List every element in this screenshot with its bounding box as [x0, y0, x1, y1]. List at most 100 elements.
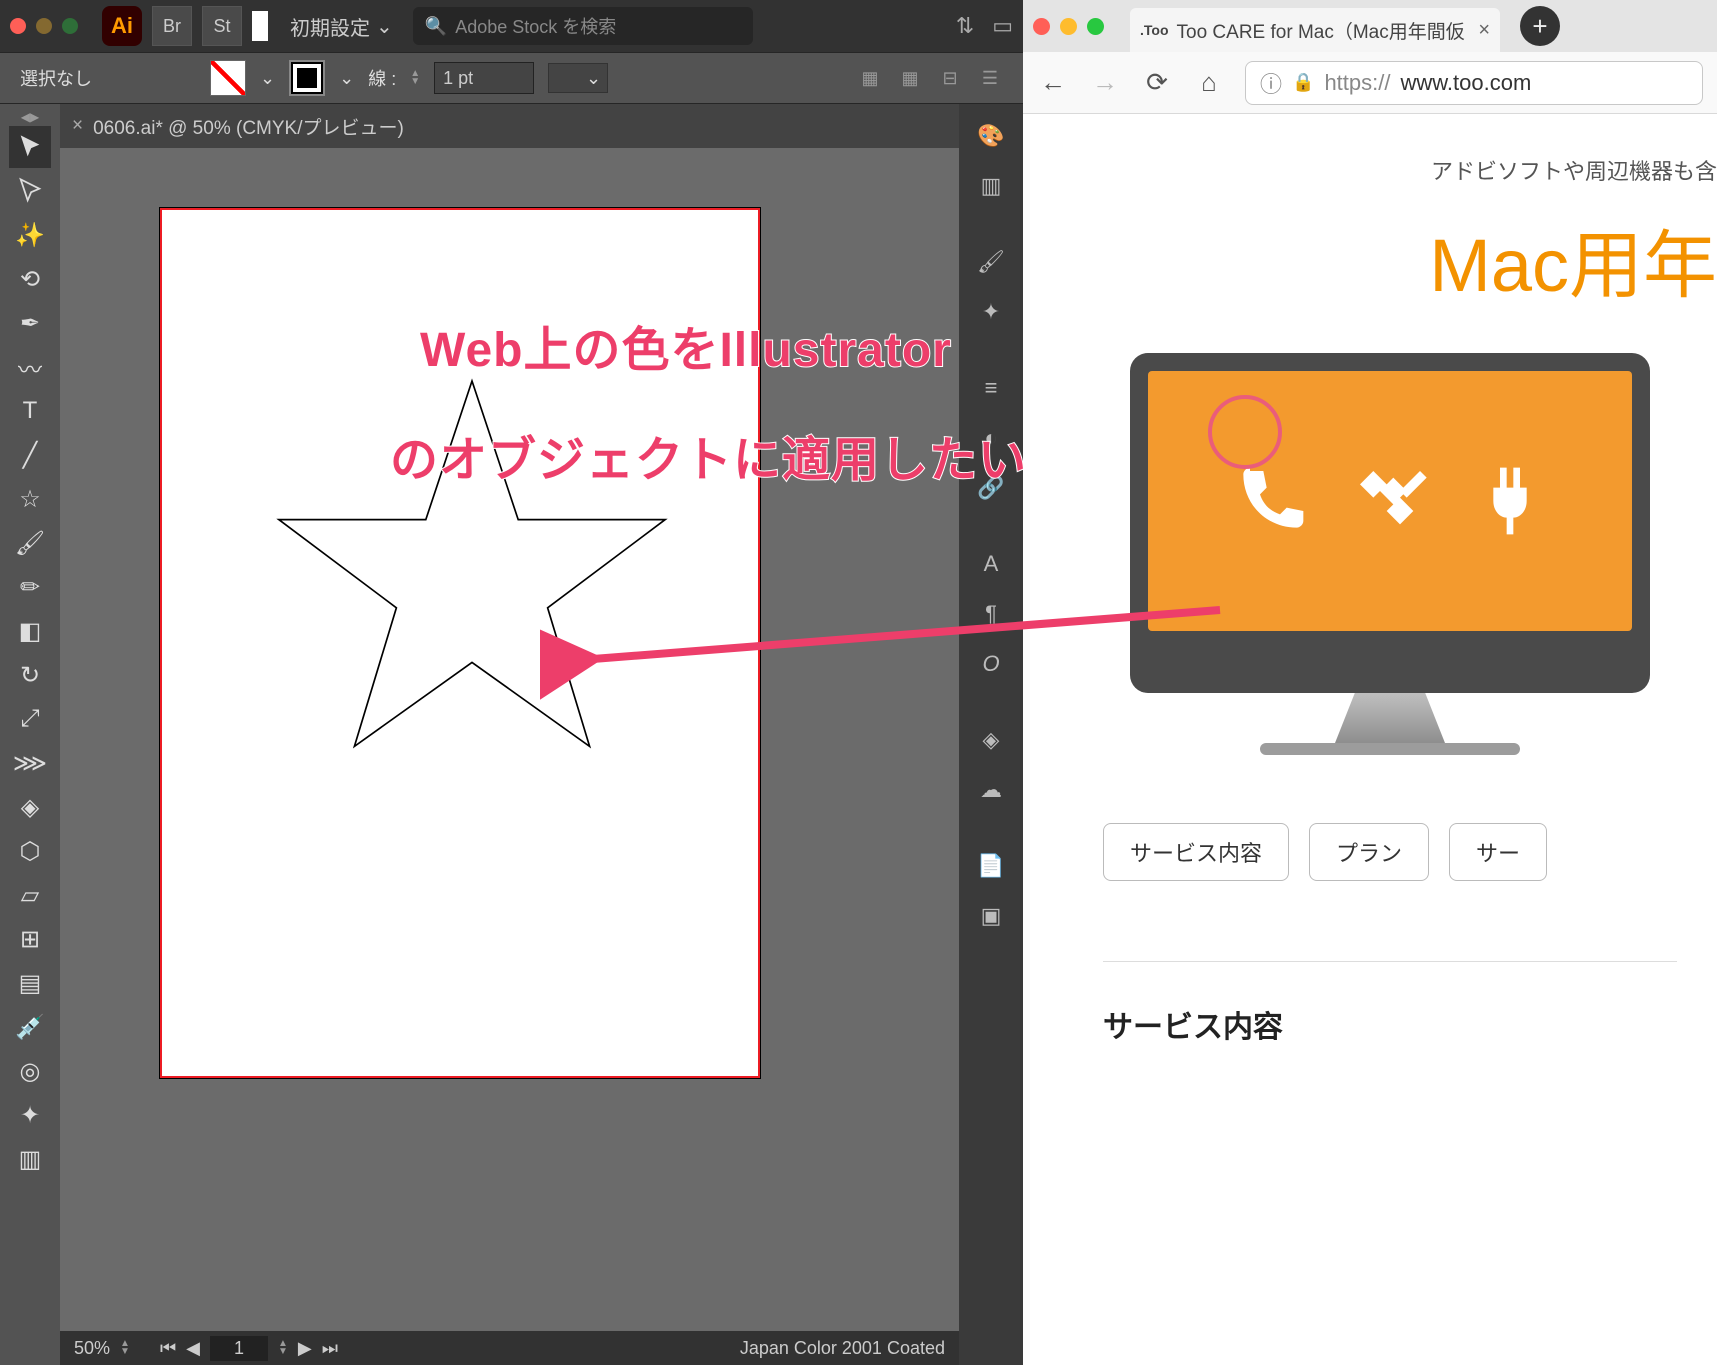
artboard-next-icon[interactable]: ▶	[298, 1338, 312, 1359]
type-tool[interactable]: T	[9, 390, 51, 432]
stroke-weight-input[interactable]: 1 pt	[434, 62, 534, 94]
illustrator-main: ◀ ▶ ✨ ⟲ ✒ 〰 T ╱ ☆ 🖌 ✏ ◧ ↻ ⤢ ⋙ ◈ ⬡ ▱ ⊞ ▤ 💉…	[0, 104, 1023, 1365]
paragraph-panel-icon[interactable]: ¶	[971, 594, 1011, 634]
adobe-stock-search[interactable]: 🔍 Adobe Stock を検索	[413, 7, 753, 45]
workspace-switcher[interactable]: 初期設定 ⌄	[290, 12, 393, 41]
back-button[interactable]: ←	[1037, 67, 1069, 99]
artboard-nav[interactable]: ⏮ ◀ 1 ▲▼ ▶ ⏭	[160, 1336, 338, 1361]
star-tool[interactable]: ☆	[9, 478, 51, 520]
forward-button[interactable]: →	[1089, 67, 1121, 99]
address-bar[interactable]: ⓘ 🔒 https://www.too.com	[1245, 61, 1703, 105]
fill-swatch-none[interactable]	[210, 60, 246, 96]
content-tab-more[interactable]: サー	[1449, 823, 1547, 881]
opentype-panel-icon[interactable]: O	[971, 644, 1011, 684]
artboard-first-icon[interactable]: ⏮	[160, 1338, 176, 1359]
actions-panel-icon[interactable]: ▣	[971, 896, 1011, 936]
selection-status: 選択なし	[20, 65, 92, 91]
minimize-window-button[interactable]	[36, 18, 52, 34]
close-tab-button[interactable]: ×	[72, 115, 83, 137]
new-tab-button[interactable]: +	[1520, 6, 1560, 46]
eraser-tool[interactable]: ◧	[9, 610, 51, 652]
site-info-icon[interactable]: ⓘ	[1260, 67, 1282, 99]
color-panel-icon[interactable]: 🎨	[971, 116, 1011, 156]
plug-icon	[1470, 461, 1550, 541]
transform-options-icon[interactable]: ▦	[897, 67, 923, 89]
zoom-value: 50%	[74, 1338, 110, 1359]
browser-close-button[interactable]	[1033, 18, 1050, 35]
column-graph-tool[interactable]: ▥	[9, 1138, 51, 1180]
home-button[interactable]: ⌂	[1193, 67, 1225, 99]
stroke-panel-icon[interactable]: ≡	[971, 368, 1011, 408]
lasso-tool[interactable]: ⟲	[9, 258, 51, 300]
options-bar: 選択なし ⌄ ⌄ 線 : ▲▼ 1 pt ⌄ ▦ ▦ ⊟ ☰	[0, 52, 1023, 104]
brushes-panel-icon[interactable]: 🖌	[971, 242, 1011, 282]
artboard-last-icon[interactable]: ⏭	[322, 1338, 338, 1359]
sync-icon[interactable]: ⇅	[956, 13, 974, 39]
highlight-circle	[1208, 395, 1282, 469]
arrange-documents-button[interactable]	[252, 11, 268, 41]
symbols-panel-icon[interactable]: ✦	[971, 292, 1011, 332]
prefs-icon[interactable]: ☰	[977, 67, 1003, 89]
direct-selection-tool[interactable]	[9, 170, 51, 212]
transparency-panel-icon[interactable]: ◐	[971, 418, 1011, 458]
content-tab-plan[interactable]: プラン	[1309, 823, 1429, 881]
phone-icon	[1230, 461, 1310, 541]
page-heading: Mac用年	[1103, 206, 1717, 313]
url-host: www.too.com	[1400, 70, 1531, 96]
content-tabs: サービス内容 プラン サー	[1103, 823, 1677, 881]
mesh-tool[interactable]: ⊞	[9, 918, 51, 960]
stroke-swatch[interactable]	[289, 60, 325, 96]
zoom-control[interactable]: 50% ▲▼	[74, 1338, 130, 1359]
document-area: × 0606.ai* @ 50% (CMYK/プレビュー) 50% ▲▼ ⏮ ◀	[60, 104, 959, 1365]
tab-close-button[interactable]: ×	[1478, 19, 1490, 42]
selection-tool[interactable]	[9, 126, 51, 168]
browser-minimize-button[interactable]	[1060, 18, 1077, 35]
reload-button[interactable]: ⟳	[1141, 67, 1173, 99]
isolate-icon[interactable]: ⊟	[937, 67, 963, 89]
cc-libraries-panel-icon[interactable]: ☁	[971, 770, 1011, 810]
magic-wand-tool[interactable]: ✨	[9, 214, 51, 256]
menu-icon[interactable]: ▭	[992, 13, 1013, 39]
close-window-button[interactable]	[10, 18, 26, 34]
line-tool[interactable]: ╱	[9, 434, 51, 476]
layers-panel-icon[interactable]: ◈	[971, 720, 1011, 760]
fill-dropdown[interactable]: ⌄	[260, 68, 275, 89]
curvature-tool[interactable]: 〰	[9, 346, 51, 388]
eyedropper-tool[interactable]: 💉	[9, 1006, 51, 1048]
stroke-profile-dropdown[interactable]: ⌄	[548, 63, 608, 93]
bridge-shortcut[interactable]: Br	[152, 6, 192, 46]
width-tool[interactable]: ⋙	[9, 742, 51, 784]
pen-tool[interactable]: ✒	[9, 302, 51, 344]
chevron-down-icon: ⌄	[376, 14, 393, 39]
scale-tool[interactable]: ⤢	[9, 698, 51, 740]
browser-tab[interactable]: .Too Too CARE for Mac（Mac用年間仮 ×	[1130, 8, 1500, 52]
gradient-tool[interactable]: ▤	[9, 962, 51, 1004]
browser-window: .Too Too CARE for Mac（Mac用年間仮 × + ← → ⟳ …	[1023, 0, 1717, 1365]
collapsed-panels: 🎨 ▥ 🖌 ✦ ≡ ◐ 🔗 A ¶ O ◈ ☁ 📄 ▣	[959, 104, 1023, 1365]
blend-tool[interactable]: ◎	[9, 1050, 51, 1092]
rotate-tool[interactable]: ↻	[9, 654, 51, 696]
links-panel-icon[interactable]: 🔗	[971, 468, 1011, 508]
stock-shortcut[interactable]: St	[202, 6, 242, 46]
color-profile-label: Japan Color 2001 Coated	[740, 1338, 945, 1359]
stroke-dropdown[interactable]: ⌄	[339, 68, 354, 89]
canvas[interactable]	[60, 148, 959, 1331]
free-transform-tool[interactable]: ◈	[9, 786, 51, 828]
browser-fullscreen-button[interactable]	[1087, 18, 1104, 35]
search-icon: 🔍	[425, 16, 447, 37]
fullscreen-window-button[interactable]	[62, 18, 78, 34]
align-options-icon[interactable]: ▦	[857, 67, 883, 89]
artboard-prev-icon[interactable]: ◀	[186, 1338, 200, 1359]
properties-panel-icon[interactable]: 📄	[971, 846, 1011, 886]
swatches-panel-icon[interactable]: ▥	[971, 166, 1011, 206]
content-tab-service[interactable]: サービス内容	[1103, 823, 1289, 881]
shape-builder-tool[interactable]: ⬡	[9, 830, 51, 872]
tab-favicon: .Too	[1140, 22, 1169, 38]
paintbrush-tool[interactable]: 🖌	[9, 522, 51, 564]
document-tab-title[interactable]: 0606.ai* @ 50% (CMYK/プレビュー)	[93, 113, 404, 140]
perspective-tool[interactable]: ▱	[9, 874, 51, 916]
star-shape[interactable]	[262, 360, 682, 780]
symbol-sprayer-tool[interactable]: ✦	[9, 1094, 51, 1136]
pencil-tool[interactable]: ✏	[9, 566, 51, 608]
character-panel-icon[interactable]: A	[971, 544, 1011, 584]
